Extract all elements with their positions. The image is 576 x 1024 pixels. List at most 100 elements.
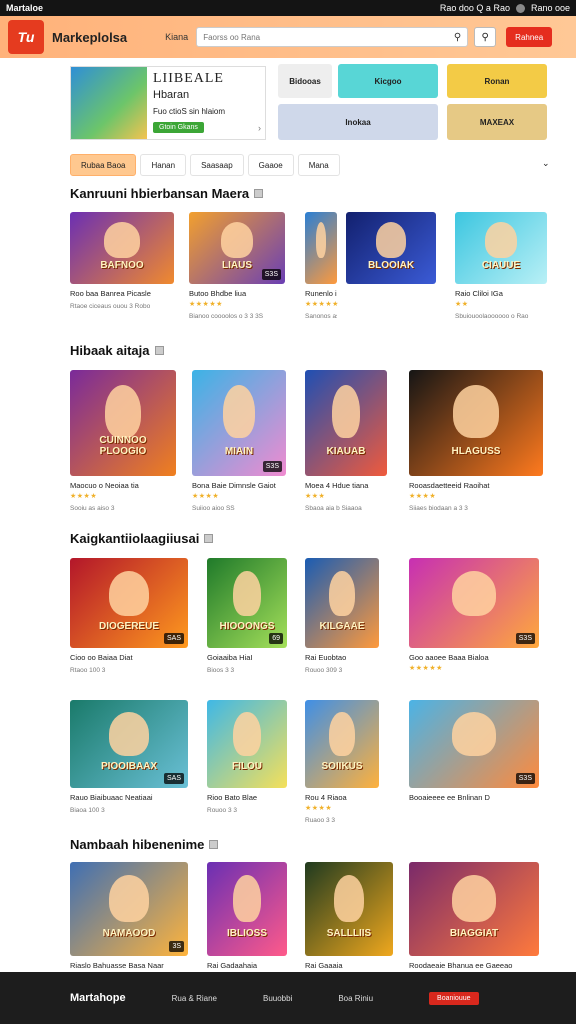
game-thumbnail[interactable] xyxy=(305,212,337,284)
game-thumbnail[interactable]: BAFNOO xyxy=(70,212,174,284)
promo-tile-4[interactable]: Inokaa xyxy=(278,104,438,140)
search-button[interactable]: ⚲ xyxy=(474,27,497,47)
promo-tile-1[interactable]: Bidooas xyxy=(278,64,332,98)
game-card[interactable]: LIAUS S3S Butoo Bhdbe liua ★★★★★ Bianoo cooo… xyxy=(189,212,285,320)
game-card[interactable]: HIOOONGS 69 Goiaaiba HiaI Bioos 3 3 xyxy=(207,558,287,674)
search-icon[interactable]: ⚲ xyxy=(454,32,461,43)
promo-tile-3[interactable]: Ronan xyxy=(447,64,547,98)
game-thumbnail[interactable]: LIAUS S3S xyxy=(189,212,285,284)
game-thumbnail[interactable]: CIAUUE xyxy=(455,212,547,284)
game-thumbnail[interactable]: S3S xyxy=(409,700,539,788)
game-card[interactable]: KIAUAB Moea 4 Hdue tiana ★★★ Sbaoa aia b Si… xyxy=(305,370,387,512)
game-thumbnail[interactable]: SALLLIIS xyxy=(305,862,393,956)
game-thumbnail[interactable]: FILOU xyxy=(207,700,287,788)
game-card[interactable]: BLOOIAK xyxy=(346,212,436,284)
game-title[interactable]: Maocuo o Neoiaa tia xyxy=(70,481,176,490)
logo[interactable]: Tu xyxy=(8,20,44,54)
price-tag: SAS xyxy=(163,633,184,644)
game-thumbnail[interactable]: DIOGEREUE SAS xyxy=(70,558,188,648)
game-thumbnail[interactable]: NAMAOOD 3S xyxy=(70,862,188,956)
game-thumbnail[interactable]: MIAIN S3S xyxy=(192,370,286,476)
game-card[interactable]: S3S Goo aaoee Baaa Bialoa ★★★★★ xyxy=(409,558,539,672)
game-title[interactable]: Rauo Biaibuaac Neatiaai xyxy=(70,793,188,802)
game-title[interactable]: Rai Gaaaia xyxy=(305,961,393,970)
game-meta: Bianoo coooolos o 3 3 3S xyxy=(189,313,264,320)
game-thumbnail[interactable]: S3S xyxy=(409,558,539,648)
filter-chip[interactable]: Rubaa Baoa xyxy=(70,154,137,176)
game-thumbnail[interactable]: CUINNOO PLOOGIO xyxy=(70,370,176,476)
game-card[interactable]: FILOU Rioo Bato Blae Rouoo 3 3 xyxy=(207,700,287,814)
game-card[interactable]: IBLIOSS Rai Gadaahaia xyxy=(207,862,287,970)
game-title[interactable]: Bona Baie Dimnsle Gaiot xyxy=(192,481,286,490)
game-card[interactable]: SOIIKUS Rou 4 Riaoa ★★★★ Ruaoo 3 3 xyxy=(305,700,379,824)
game-meta: Rouoo 309 3 xyxy=(305,667,343,674)
game-thumbnail[interactable]: SOIIKUS xyxy=(305,700,379,788)
game-thumbnail[interactable]: PIOOIBAAX SAS xyxy=(70,700,188,788)
game-title[interactable]: Roodaeaie Bhanua ee Gaeeao xyxy=(409,961,539,970)
game-title[interactable]: Rai Euobtao xyxy=(305,653,379,662)
game-card[interactable]: MIAIN S3S Bona Baie Dimnsle Gaiot ★★★★ Suiio… xyxy=(192,370,286,512)
game-card[interactable]: DIOGEREUE SAS Cioo oo Baiaa Diat Rtaoo 100 … xyxy=(70,558,188,674)
game-card[interactable]: PIOOIBAAX SAS Rauo Biaibuaac Neatiaai Biaoa… xyxy=(70,700,188,814)
game-card[interactable]: BAFNOO Roo baa Banrea Picasle Rtaoe ciceau… xyxy=(70,212,174,310)
game-card[interactable]: KILGAAE Rai Euobtao Rouoo 309 3 xyxy=(305,558,379,674)
hero-banner[interactable]: LIIBEALE Hbaran Fuo ctioS sin hlaiom Gto… xyxy=(70,66,266,140)
sign-in-button[interactable]: Rahnea xyxy=(506,27,553,47)
search-input[interactable] xyxy=(203,32,454,42)
game-title[interactable]: Riaslo Bahuasse Basa Naar xyxy=(70,961,188,970)
footer-link[interactable]: Buuobbi xyxy=(263,994,292,1003)
game-title[interactable]: Goiaaiba HiaI xyxy=(207,653,287,662)
game-thumbnail[interactable]: IBLIOSS xyxy=(207,862,287,956)
game-card[interactable]: SALLLIIS Rai Gaaaia xyxy=(305,862,393,970)
game-title[interactable]: Runenlo ibosaaeo Gton Bialk xyxy=(305,289,337,298)
game-thumbnail[interactable]: BLOOIAK xyxy=(346,212,436,284)
game-thumbnail[interactable]: KILGAAE xyxy=(305,558,379,648)
game-title[interactable]: Butoo Bhdbe liua xyxy=(189,289,285,298)
chevron-down-icon[interactable]: ⌄ xyxy=(542,158,550,169)
status-account[interactable]: Rano ooe xyxy=(531,3,570,13)
filter-chip[interactable]: Gaaoe xyxy=(247,154,294,176)
game-card[interactable]: CUINNOO PLOOGIO Maocuo o Neoiaa tia ★★★★ So… xyxy=(70,370,176,512)
game-card[interactable]: CIAUUE Raio Cliloi IGa ★★ Sbuiouoolaoooooo … xyxy=(455,212,547,320)
filter-chip[interactable]: Saasaap xyxy=(190,154,244,176)
game-title[interactable]: Rai Gadaahaia xyxy=(207,961,287,970)
character-art xyxy=(451,570,497,616)
game-card[interactable]: Runenlo ibosaaeo Gton Bialk ★★★★★ Sanonos … xyxy=(305,212,338,320)
thumbnail-title: KILGAAE xyxy=(319,620,365,632)
game-meta: Ruaoo 3 3 xyxy=(305,817,335,824)
game-thumbnail[interactable]: KIAUAB xyxy=(305,370,387,476)
game-card[interactable]: NAMAOOD 3S Riaslo Bahuasse Basa Naar xyxy=(70,862,188,970)
game-title[interactable]: Rou 4 Riaoa xyxy=(305,793,379,802)
promo-tile-label: Inokaa xyxy=(345,117,371,127)
game-title[interactable]: Cioo oo Baiaa Diat xyxy=(70,653,188,662)
game-title[interactable]: Rioo Bato Blae xyxy=(207,793,287,802)
avatar-icon[interactable] xyxy=(515,3,525,13)
game-thumbnail[interactable]: HIOOONGS 69 xyxy=(207,558,287,648)
game-title[interactable]: Rooasdaetteeid Raoihat xyxy=(409,481,543,490)
nav-link[interactable]: Kiana xyxy=(165,32,188,42)
promo-tile-2[interactable]: Kicgoo xyxy=(338,64,438,98)
hero-button[interactable]: Gtoin Gkans xyxy=(153,122,204,133)
footer-link[interactable]: Boa Riniu xyxy=(338,994,373,1003)
footer-link[interactable]: Rua & Riane xyxy=(172,994,217,1003)
thumbnail-title: HLAGUSS xyxy=(451,445,501,457)
game-card[interactable]: S3S Booaieeee ee Bnlinan D xyxy=(409,700,539,802)
filter-chip[interactable]: Hanan xyxy=(140,154,187,176)
game-title[interactable]: Booaieeee ee Bnlinan D xyxy=(409,793,539,802)
game-meta: Sbuiouoolaoooooo o Rao xyxy=(455,313,529,320)
game-title[interactable]: Raio Cliloi IGa xyxy=(455,289,547,298)
promo-tile-5[interactable]: MAXEAX xyxy=(447,104,547,140)
chevron-right-icon[interactable]: › xyxy=(258,123,261,133)
game-title[interactable]: Roo baa Banrea Picasle xyxy=(70,289,174,298)
game-card[interactable]: HLAGUSS Rooasdaetteeid Raoihat ★★★★ Siiaes … xyxy=(409,370,543,512)
game-title[interactable]: Goo aaoee Baaa Bialoa xyxy=(409,653,539,662)
game-thumbnail[interactable]: HLAGUSS xyxy=(409,370,543,476)
footer-logo[interactable]: Martahope xyxy=(70,992,126,1004)
footer-button[interactable]: Boaniouue xyxy=(429,991,479,1005)
game-card[interactable]: BIAGGIAT Roodaeaie Bhanua ee Gaeeao xyxy=(409,862,539,970)
game-thumbnail[interactable]: BIAGGIAT xyxy=(409,862,539,956)
filter-chip[interactable]: Mana xyxy=(297,154,340,176)
game-title[interactable]: Moea 4 Hdue tiana xyxy=(305,481,387,490)
magnifier-icon: ⚲ xyxy=(481,31,489,43)
site-name[interactable]: Markeplolsa xyxy=(52,30,127,45)
